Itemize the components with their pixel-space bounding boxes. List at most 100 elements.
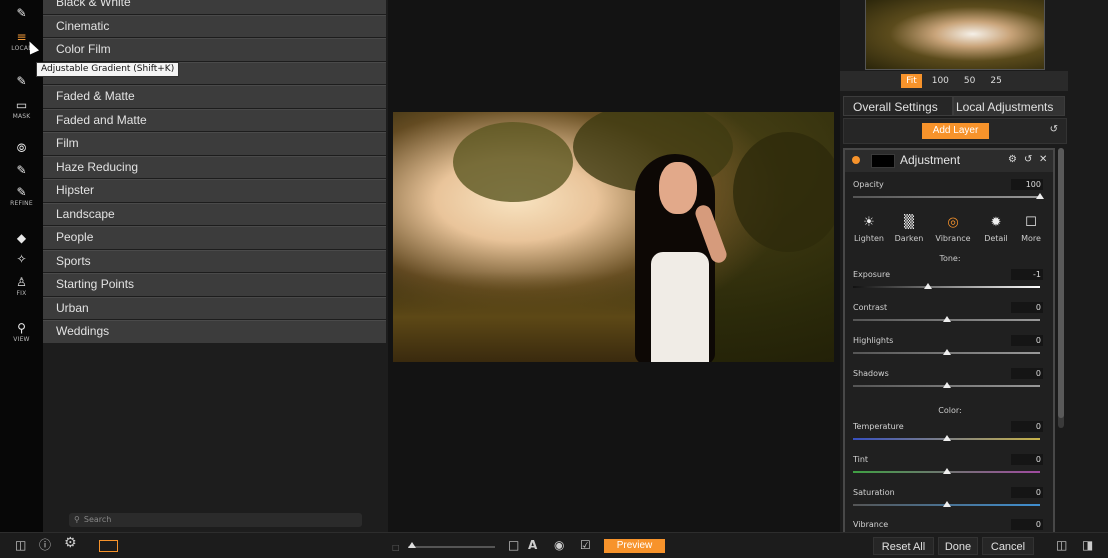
category-item[interactable]: Urban [43, 296, 386, 319]
eraser-tool[interactable]: ◆ [0, 231, 43, 245]
category-item[interactable]: Hipster [43, 179, 386, 202]
opacity-label: Opacity [853, 180, 884, 189]
refine-tool-2[interactable]: ✎ [0, 163, 43, 177]
category-item[interactable]: Faded & Matte [43, 85, 386, 108]
shadows-slider-thumb[interactable] [942, 382, 951, 388]
contrast-slider-thumb[interactable] [942, 316, 951, 322]
left-panel-icon[interactable]: ◫ [1056, 539, 1067, 552]
zoom-fit[interactable]: Fit [901, 74, 922, 88]
crop-frame-icon[interactable] [99, 540, 118, 552]
right-panel-icon[interactable]: ◨ [1082, 539, 1093, 552]
left-toolbar: ✎ ≡ LOCAL ✎ ▭ MASK ⦾ ✎ ✎ REFINE ◆ ✧ ♙ FI… [0, 0, 43, 532]
color-wheel-icon: ◎ [947, 215, 959, 230]
category-item[interactable]: Starting Points [43, 273, 386, 296]
navigator-thumbnail[interactable] [865, 0, 1045, 70]
contrast-value[interactable]: 0 [1011, 302, 1043, 313]
category-item[interactable]: Film [43, 132, 386, 155]
opacity-track[interactable] [853, 196, 1040, 198]
help-icon[interactable]: ⓘ [39, 539, 51, 552]
panel-toggle-icon[interactable]: ◫ [15, 539, 26, 552]
gear-icon[interactable]: ⚙ [1008, 154, 1017, 165]
brush-tool[interactable]: ✎ [0, 6, 43, 20]
reset-icon[interactable]: ↺ [1024, 154, 1032, 165]
shadows-value[interactable]: 0 [1011, 368, 1043, 379]
vibrance-label: Vibrance [853, 520, 889, 529]
category-item[interactable]: Haze Reducing [43, 155, 386, 178]
tone-section-label: Tone: [939, 254, 961, 263]
preset-lighten-label: Lighten [854, 234, 884, 243]
eraser-icon: ◆ [16, 231, 27, 245]
zoom-25[interactable]: 25 [985, 74, 1006, 88]
zoom-slider-thumb[interactable] [408, 542, 416, 548]
gear-icon[interactable]: ⚙ [64, 536, 77, 550]
zoom-out-icon[interactable]: □ [392, 541, 400, 554]
layer-visibility-dot[interactable] [852, 156, 860, 164]
view-tool-group[interactable]: ⚲ VIEW [0, 321, 43, 343]
highlights-slider-thumb[interactable] [942, 349, 951, 355]
category-item[interactable]: Cinematic [43, 14, 386, 37]
highlights-label: Highlights [853, 336, 894, 345]
category-item[interactable]: Sports [43, 249, 386, 272]
zoom-100[interactable]: 100 [927, 74, 954, 88]
single-view-icon[interactable]: □ [508, 539, 519, 552]
exposure-track[interactable] [853, 286, 1040, 288]
image-canvas[interactable] [388, 0, 840, 532]
tab-local-adjustments[interactable]: Local Adjustments [953, 96, 1065, 116]
vibrance-value[interactable]: 0 [1011, 519, 1043, 530]
preset-more[interactable]: ☐ More [1010, 216, 1052, 244]
opacity-value[interactable]: 100 [1011, 179, 1043, 190]
tint-slider-thumb[interactable] [942, 468, 951, 474]
cancel-button[interactable]: Cancel [982, 537, 1034, 555]
temperature-slider-thumb[interactable] [942, 435, 951, 441]
mask-label: MASK [12, 113, 31, 120]
brush-icon: ✎ [16, 6, 27, 20]
preset-darken[interactable]: ▒ Darken [888, 216, 930, 244]
layer-mask-swatch[interactable] [871, 154, 895, 168]
close-icon[interactable]: ✕ [1039, 154, 1047, 165]
refine-tool-group[interactable]: ✎ REFINE [0, 185, 43, 207]
category-item[interactable]: Landscape [43, 202, 386, 225]
subject-face [659, 162, 697, 214]
stamp-icon: ♙ [16, 275, 27, 289]
tint-label: Tint [853, 455, 869, 464]
category-item[interactable]: Faded and Matte [43, 108, 386, 131]
tab-overall-settings[interactable]: Overall Settings [843, 96, 953, 116]
done-button[interactable]: Done [938, 537, 978, 555]
temperature-value[interactable]: 0 [1011, 421, 1043, 432]
category-search-input[interactable]: ⚲ Search [69, 513, 362, 527]
preset-vibrance[interactable]: ◎ Vibrance [932, 215, 974, 244]
scrollbar-thumb[interactable] [1058, 148, 1064, 418]
adjustment-scrollbar[interactable] [1058, 148, 1064, 428]
mask-tool-group[interactable]: ▭ MASK [0, 98, 43, 120]
fix-tool-group[interactable]: ♙ FIX [0, 275, 43, 297]
saturation-slider-thumb[interactable] [942, 501, 951, 507]
preview-button[interactable]: Preview [604, 539, 665, 553]
tint-value[interactable]: 0 [1011, 454, 1043, 465]
reset-all-button[interactable]: Reset All [873, 537, 934, 555]
preset-vibrance-label: Vibrance [935, 234, 971, 243]
category-item[interactable]: People [43, 226, 386, 249]
preset-lighten[interactable]: ☀ Lighten [848, 216, 890, 244]
refine-tool-1[interactable]: ⦾ [0, 141, 43, 155]
undo-icon[interactable]: ↺ [1050, 124, 1058, 135]
foliage-shape [453, 122, 573, 202]
compare-view-icon[interactable]: ☑ [580, 539, 591, 552]
category-item[interactable]: Weddings [43, 320, 386, 343]
category-item[interactable]: Color Film [43, 38, 386, 61]
zoom-50[interactable]: 50 [959, 74, 980, 88]
saturation-value[interactable]: 0 [1011, 487, 1043, 498]
text-view-icon[interactable]: 𝗔 [528, 539, 537, 552]
mask-view-icon[interactable]: ◉ [554, 539, 564, 552]
category-item[interactable]: Black & White [43, 0, 386, 14]
tab-local-adjustments-label: Local Adjustments [956, 100, 1054, 114]
temperature-label: Temperature [853, 422, 904, 431]
heal-tool[interactable]: ✧ [0, 252, 43, 266]
highlights-value[interactable]: 0 [1011, 335, 1043, 346]
exposure-slider-thumb[interactable] [923, 283, 932, 289]
fix-label: FIX [16, 290, 27, 297]
zoom-slider[interactable] [408, 542, 495, 548]
refine-brush-icon: ✎ [16, 163, 27, 177]
add-layer-button[interactable]: Add Layer [922, 123, 989, 139]
opacity-slider-thumb[interactable] [1036, 193, 1044, 199]
exposure-value[interactable]: -1 [1011, 269, 1043, 280]
